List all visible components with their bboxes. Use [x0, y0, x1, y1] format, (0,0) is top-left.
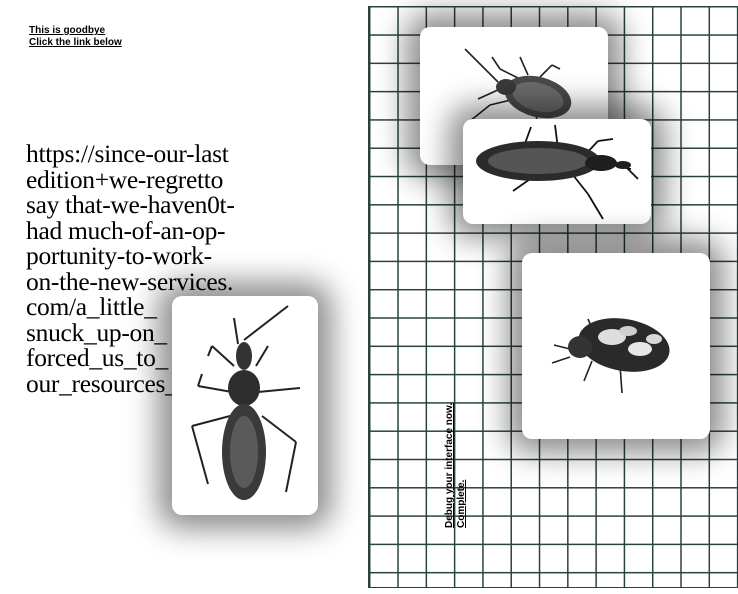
- url-line: https://since-our-last: [26, 139, 229, 168]
- goodbye-link[interactable]: This is goodbye: [29, 25, 122, 37]
- assassin-bug-image-left: [191, 305, 301, 500]
- url-line: on-the-new-services.: [26, 266, 234, 296]
- assassin-bug-card-top: [463, 119, 651, 224]
- url-line: say that-we-haven0t-: [26, 190, 235, 219]
- vertical-message: Debug your interface now. Complete.: [444, 403, 468, 528]
- assassin-bug-card-left: [172, 296, 318, 515]
- carpet-beetle-card: [522, 253, 710, 439]
- carpet-beetle-image: [551, 318, 670, 394]
- intro-links: This is goodbye Click the link below: [29, 25, 122, 49]
- url-line: portunity-to-work-: [26, 241, 212, 270]
- url-line: had much-of-an-op-: [26, 215, 226, 245]
- assassin-bug-image-top: [476, 124, 639, 220]
- debug-interface-link[interactable]: Debug your interface now.: [444, 403, 456, 528]
- complete-link[interactable]: Complete.: [456, 403, 468, 528]
- url-line: edition+we-regretto: [26, 164, 224, 194]
- click-link-below[interactable]: Click the link below: [29, 37, 122, 49]
